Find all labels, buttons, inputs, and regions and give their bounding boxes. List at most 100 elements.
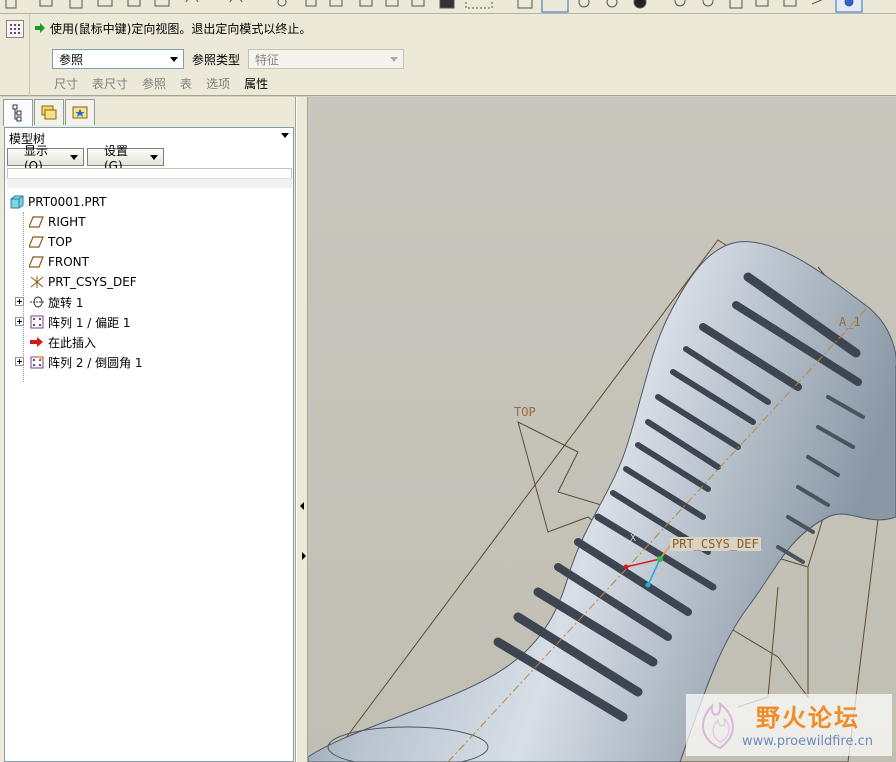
reference-select[interactable]: 参照 [52, 49, 184, 69]
redo-icon [229, 0, 243, 3]
toolbar-icons[interactable] [0, 0, 896, 14]
csys-label[interactable]: PRT_CSYS_DEF [670, 537, 761, 551]
model-tree: PRT0001.PRT RIGHT TOP FRONT PRT_CSYS_DEF… [5, 192, 293, 372]
settings-button[interactable]: 设置 (G) [87, 144, 164, 173]
flame-logo-icon [702, 701, 734, 750]
paste-icon [329, 0, 343, 7]
expand-icon[interactable] [15, 297, 24, 306]
refit-icon [729, 0, 743, 9]
tree-node-top[interactable]: TOP [5, 232, 293, 252]
tree-node-label: PRT0001.PRT [28, 195, 107, 209]
axis-label[interactable]: A_1 [839, 315, 861, 329]
navigator-tabs [3, 99, 95, 126]
tab-table-dimensions[interactable]: 表尺寸 [90, 75, 140, 93]
chevron-down-icon[interactable] [281, 133, 289, 138]
tree-node-label: 旋转 1 [48, 295, 84, 310]
paste-special-icon [359, 0, 373, 7]
reference-type-value: 特征 [255, 52, 280, 67]
tree-node-revolve[interactable]: 旋转 1 [5, 292, 293, 312]
reference-type-select[interactable]: 特征 [248, 49, 405, 69]
tab-favorites[interactable] [65, 99, 95, 125]
expand-icon[interactable] [15, 317, 24, 326]
tab-model-tree[interactable] [3, 99, 33, 126]
print-icon [97, 0, 113, 7]
tree-node-csys[interactable]: PRT_CSYS_DEF [5, 272, 293, 292]
zoom-out-icon [702, 0, 714, 7]
feature-dashboard: 使用(鼠标中键)定向视图。退出定向模式以终止。 参照 参照类型 特征 尺寸 表尺… [0, 14, 896, 96]
revolve-icon [29, 295, 45, 309]
display-icon [606, 0, 618, 8]
orient-mode-icon [541, 0, 569, 13]
model-canvas [308, 97, 896, 762]
copy-icon [305, 0, 317, 7]
tree-node-right[interactable]: RIGHT [5, 212, 293, 232]
expand-icon[interactable] [15, 357, 24, 366]
select-box-icon [465, 0, 493, 9]
csys-y-label: Y [680, 525, 687, 536]
datum-plane-icon [28, 235, 45, 249]
navigator-panel: 模型树 显示 (O) 设置 (G) PRT0001.PRT RIGHT TOP … [0, 97, 296, 762]
dashboard-tabs: 尺寸 表尺寸 参照 表 选项 属性 [52, 75, 280, 93]
chevron-down-icon [70, 154, 78, 160]
save-icon [69, 0, 83, 9]
datum-plane-icon [28, 255, 45, 269]
tab-references[interactable]: 参照 [140, 75, 178, 93]
open-icon [39, 0, 53, 7]
model-tree-icon [12, 104, 22, 122]
chevron-down-icon [170, 56, 178, 62]
tree-node-label: FRONT [48, 255, 89, 269]
plane-label-top[interactable]: TOP [514, 405, 536, 419]
new-icon [5, 0, 17, 9]
calculator-button[interactable] [6, 20, 24, 38]
link-icon [154, 0, 170, 7]
email-icon [127, 0, 141, 7]
undo-icon [185, 0, 199, 3]
pro-engineer-window: 使用(鼠标中键)定向视图。退出定向模式以终止。 参照 参照类型 特征 尺寸 表尺… [0, 0, 896, 762]
expand-right-icon[interactable] [302, 552, 306, 560]
chevron-down-icon [150, 154, 158, 160]
regenerate-icon [385, 0, 399, 7]
tab-dimensions[interactable]: 尺寸 [52, 75, 90, 93]
favorites-icon [72, 106, 88, 119]
tab-table[interactable]: 表 [178, 75, 204, 93]
tree-node-label: 阵列 1 / 偏距 1 [48, 315, 131, 330]
saved-views-icon [783, 0, 797, 7]
view-icon [578, 0, 590, 8]
tree-node-label: RIGHT [48, 215, 86, 229]
datum-axis-icon [844, 0, 854, 7]
tree-node-label: 在此插入 [48, 335, 97, 350]
status-message: 使用(鼠标中键)定向视图。退出定向模式以终止。 [50, 21, 312, 36]
dashboard-handle [0, 14, 30, 96]
insert-arrow-icon [29, 335, 45, 349]
list-icon [411, 0, 425, 7]
tab-options[interactable]: 选项 [204, 75, 242, 93]
tree-filter-divider [7, 178, 292, 188]
spin-center-icon [517, 0, 533, 9]
shading-icon [633, 0, 647, 9]
tree-node-pattern-1[interactable]: 阵列 1 / 偏距 1 [5, 312, 293, 332]
tree-node-pattern-2[interactable]: 阵列 2 / 倒圆角 1 [5, 352, 293, 372]
show-button[interactable]: 显示 (O) [7, 144, 84, 173]
zoom-in-icon [674, 0, 686, 7]
collapse-left-icon[interactable] [300, 502, 304, 510]
grid-icon [10, 24, 20, 34]
tree-node-part[interactable]: PRT0001.PRT [5, 192, 293, 212]
tree-node-front[interactable]: FRONT [5, 252, 293, 272]
reorient-icon [755, 0, 769, 7]
folder-icon [41, 105, 57, 120]
reference-type-label: 参照类型 [192, 52, 241, 67]
message-area: 使用(鼠标中键)定向视图。退出定向模式以终止。 [34, 18, 311, 38]
csys-x-label: X [630, 533, 637, 544]
find-icon [439, 0, 455, 9]
model-tree-pane: 模型树 显示 (O) 设置 (G) PRT0001.PRT RIGHT TOP … [4, 127, 294, 762]
datum-plane-icon [28, 215, 45, 229]
tree-node-insert-here[interactable]: 在此插入 [5, 332, 293, 352]
model-tree-buttons: 显示 (O) 设置 (G) [7, 144, 164, 173]
panel-splitter[interactable] [296, 97, 308, 762]
forum-watermark: 野火论坛 www.proewildfire.cn [686, 694, 892, 756]
reference-controls: 参照 参照类型 特征 [52, 49, 405, 69]
tab-folder-browser[interactable] [34, 99, 64, 125]
graphics-window[interactable]: A_1 TOP PRT_CSYS_DEF X Y Z [308, 97, 896, 762]
watermark-url: www.proewildfire.cn [742, 734, 873, 749]
tab-properties[interactable]: 属性 [242, 75, 280, 93]
